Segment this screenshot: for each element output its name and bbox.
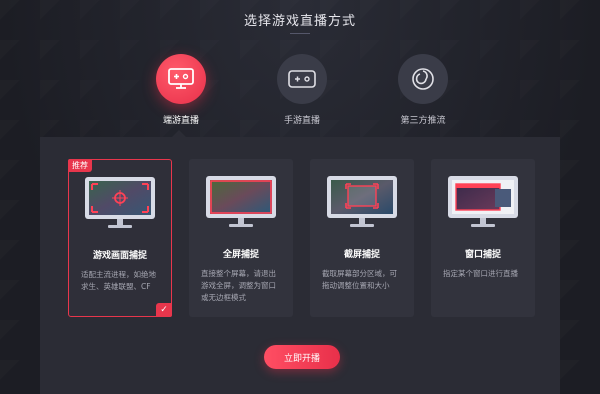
mode-third-party[interactable]: 第三方推流 — [373, 54, 473, 126]
mode-mobile-game[interactable]: 手游直播 — [252, 54, 352, 126]
card-window-capture[interactable]: 窗口捕捉 指定某个窗口进行直播 — [431, 159, 535, 317]
recommended-badge: 推荐 — [68, 159, 92, 172]
card-title: 窗口捕捉 — [464, 250, 501, 260]
start-broadcast-button[interactable]: 立即开播 — [264, 345, 340, 369]
page-title: 选择游戏直播方式 — [243, 14, 356, 29]
card-fullscreen-capture[interactable]: 全屏捕捉 直接整个屏幕，请退出游戏全屏，调整为窗口或无边框模式 — [189, 159, 293, 317]
mode-label: 第三方推流 — [400, 116, 446, 126]
pc-game-icon — [156, 54, 206, 104]
card-description: 截取屏幕部分区域，可拖动调整位置和大小 — [322, 269, 397, 290]
active-mode-pointer — [172, 130, 186, 137]
card-description: 直接整个屏幕，请退出游戏全屏，调整为窗口或无边框模式 — [201, 269, 276, 302]
mode-label: 手游直播 — [283, 116, 320, 126]
mode-label: 端游直播 — [162, 116, 199, 126]
monitor-game-capture-icon — [84, 176, 156, 230]
monitor-region-icon — [326, 175, 398, 229]
card-screenshot-capture[interactable]: 截屏捕捉 截取屏幕部分区域，可拖动调整位置和大小 — [310, 159, 414, 317]
card-title: 游戏画面捕捉 — [92, 251, 147, 261]
title-divider — [290, 33, 310, 34]
card-description: 适配主流进程，如绝地求生、英雄联盟、CF — [81, 270, 156, 291]
mode-pc-game[interactable]: 端游直播 — [131, 54, 231, 126]
card-title: 全屏捕捉 — [222, 250, 259, 260]
capture-panel: 推荐 游戏画面捕捉 适配主流进程，如绝地求生、英雄联盟、CF ✓ 全屏捕捉 直接… — [40, 137, 560, 394]
mobile-game-icon — [277, 54, 327, 104]
card-game-capture[interactable]: 推荐 游戏画面捕捉 适配主流进程，如绝地求生、英雄联盟、CF ✓ — [68, 159, 172, 317]
monitor-fullscreen-icon — [205, 175, 277, 229]
checkmark-icon: ✓ — [156, 303, 172, 317]
card-title: 截屏捕捉 — [343, 250, 380, 260]
obs-icon — [398, 54, 448, 104]
monitor-window-icon — [447, 175, 519, 229]
card-description: 指定某个窗口进行直播 — [443, 269, 518, 278]
